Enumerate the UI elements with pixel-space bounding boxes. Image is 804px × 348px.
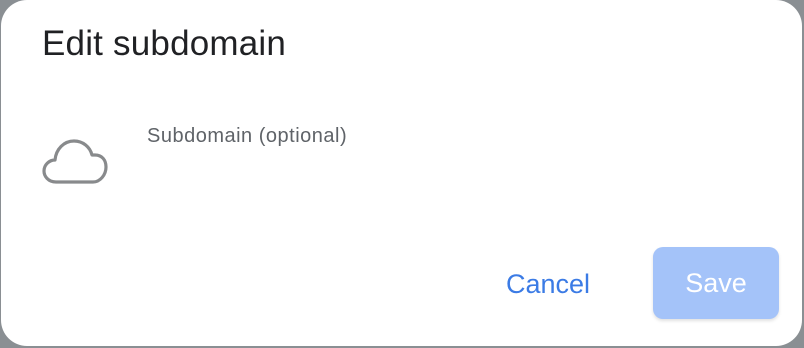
subdomain-input[interactable] — [147, 152, 767, 192]
cloud-icon — [42, 137, 108, 185]
subdomain-label: Subdomain (optional) — [147, 125, 348, 147]
subdomain-field: Subdomain (optional) — [147, 118, 767, 198]
edit-subdomain-dialog: Edit subdomain Subdomain (optional) Canc… — [1, 0, 802, 346]
cancel-button[interactable]: Cancel — [487, 259, 609, 309]
save-button[interactable]: Save — [653, 247, 779, 319]
dialog-title: Edit subdomain — [42, 24, 287, 63]
